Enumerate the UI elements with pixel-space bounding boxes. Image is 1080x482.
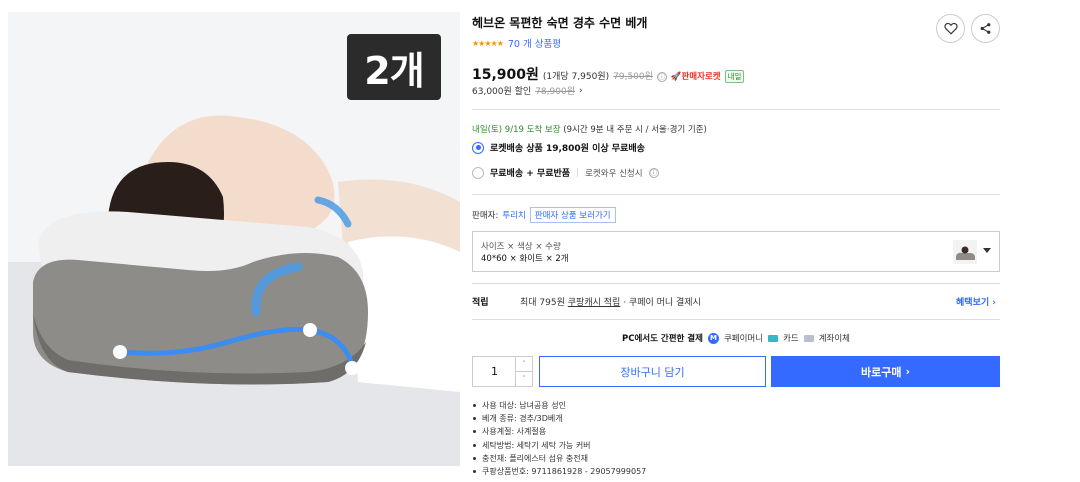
price-row: 15,900원 (1개당 7,950원) 79,500원 ⓘ 🚀판매자로켓 내일 <box>472 64 745 84</box>
points-label: 적립 <box>472 298 489 308</box>
payment-methods-row: PC에서도 간편한 결제 M 쿠페이머니 카드 계좌이체 <box>472 332 1000 344</box>
coupay-money-icon: M <box>707 332 719 344</box>
add-to-cart-button[interactable]: 장바구니 담기 <box>539 356 766 387</box>
divider <box>472 109 1000 110</box>
buy-now-label: 바로구매 <box>860 365 902 379</box>
radio-selected[interactable] <box>472 141 484 154</box>
chevron-right-icon: › <box>578 85 583 96</box>
seller-label: 판매자: <box>472 211 499 221</box>
discount-row[interactable]: 63,000원 할인 78,900원 › <box>472 84 583 98</box>
card-icon <box>768 334 779 342</box>
chevron-right-icon: › <box>905 365 911 378</box>
divider <box>472 194 1000 195</box>
benefits-link[interactable]: 혜택보기 › <box>956 295 996 308</box>
bank-transfer-icon <box>803 334 814 342</box>
product-title: 헤브온 목편한 숙면 경추 수면 베개 <box>472 16 648 30</box>
shipping-option-label: 로켓배송 상품 19,800원 이상 무료배송 <box>490 144 645 154</box>
payment-method: 계좌이체 <box>818 334 850 344</box>
share-icon <box>980 23 991 34</box>
arrival-guarantee: 도착 보장 <box>526 125 561 135</box>
spec-list: 사용 대상: 남녀공용 성인 베개 종류: 경추/3D베개 사용계절: 사계절용… <box>472 399 646 478</box>
points-amount: 최대 795원 <box>520 298 565 308</box>
quantity-increase-button[interactable]: ˄ <box>515 357 532 372</box>
chevron-down-icon <box>983 248 991 253</box>
points-description: 최대 795원 쿠팡캐시 적립 · 쿠페이 머니 결제시 <box>520 295 701 308</box>
seller-rocket-badge: 🚀판매자로켓 <box>670 72 721 82</box>
option-value: 40*60 × 화이트 × 2개 <box>481 254 569 264</box>
spec-item: 충전재: 폴리에스터 섬유 충전재 <box>472 452 646 465</box>
divider <box>472 283 1000 284</box>
seller-row: 판매자: 투리치 판매자 상품 보러가기 <box>472 207 616 223</box>
points-condition: · 쿠페이 머니 결제시 <box>623 298 701 308</box>
discount-amount: 63,000원 할인 <box>472 87 532 97</box>
quantity-decrease-button[interactable]: ˅ <box>515 371 532 386</box>
star-rating: ★★★★★ <box>472 38 504 48</box>
seller-name-link[interactable]: 투리치 <box>502 209 525 221</box>
option-selector[interactable]: 사이즈 × 색상 × 수량 40*60 × 화이트 × 2개 <box>472 231 1000 272</box>
payment-method: 쿠페이머니 <box>723 334 764 344</box>
tomorrow-badge: 내일 <box>724 70 745 83</box>
shipping-option-free[interactable]: 무료배송 + 무료반품 | 로켓와우 신청시 ⓘ <box>472 166 659 179</box>
quantity-stepper[interactable]: 1 ˄ ˅ <box>472 356 533 387</box>
shipping-option-note: 로켓와우 신청시 <box>585 168 643 179</box>
product-image[interactable]: 2개 <box>8 12 460 466</box>
payment-lead: PC에서도 간편한 결제 <box>622 334 703 344</box>
spec-item: 쿠팡상품번호: 9711861928 - 29057999057 <box>472 465 646 478</box>
sale-price: 15,900원 <box>472 67 539 83</box>
rating-row: ★★★★★ 70 개 상품평 <box>472 36 561 51</box>
original-price: 79,500원 <box>613 72 653 82</box>
arrival-condition: (9시간 9분 내 주문 시 / 서울·경기 기준) <box>563 125 707 135</box>
discount-original-price: 78,900원 <box>535 87 575 97</box>
spec-item: 세탁방법: 세탁기 세탁 가능 커버 <box>472 439 646 452</box>
spec-item: 사용계절: 사계절용 <box>472 425 646 438</box>
coupang-cash-link[interactable]: 쿠팡캐시 적립 <box>568 298 621 308</box>
arrival-date: 내일(토) 9/19 <box>472 125 524 135</box>
separator: | <box>576 167 580 178</box>
divider <box>472 319 1000 320</box>
review-count-link[interactable]: 70 개 상품평 <box>508 36 561 50</box>
points-row: 적립 최대 795원 쿠팡캐시 적립 · 쿠페이 머니 결제시 혜택보기 › <box>472 295 1000 308</box>
info-icon[interactable]: ⓘ <box>648 167 659 178</box>
action-icons <box>936 14 1000 43</box>
radio-unselected[interactable] <box>472 166 484 179</box>
payment-method: 카드 <box>783 334 799 344</box>
info-icon[interactable]: ⓘ <box>656 72 667 82</box>
unit-price: (1개당 7,950원) <box>542 72 610 82</box>
wishlist-button[interactable] <box>936 14 965 43</box>
seller-products-link[interactable]: 판매자 상품 보러가기 <box>529 207 616 223</box>
share-button[interactable] <box>971 14 1000 43</box>
spec-item: 베개 종류: 경추/3D베개 <box>472 412 646 425</box>
buy-now-button[interactable]: 바로구매 › <box>771 356 1000 387</box>
spec-item: 사용 대상: 남녀공용 성인 <box>472 399 646 412</box>
pillow-thumbnail-icon <box>953 240 977 264</box>
quantity-value[interactable]: 1 <box>491 365 498 378</box>
shipping-option-label: 무료배송 + 무료반품 <box>490 169 571 179</box>
option-label: 사이즈 × 색상 × 수량 <box>481 242 561 252</box>
delivery-guarantee: 내일(토) 9/19 도착 보장 (9시간 9분 내 주문 시 / 서울·경기 … <box>472 123 707 135</box>
option-thumbnail <box>953 240 977 264</box>
quantity-badge: 2개 <box>347 34 441 100</box>
heart-icon <box>943 22 958 35</box>
shipping-option-rocket[interactable]: 로켓배송 상품 19,800원 이상 무료배송 <box>472 141 645 154</box>
